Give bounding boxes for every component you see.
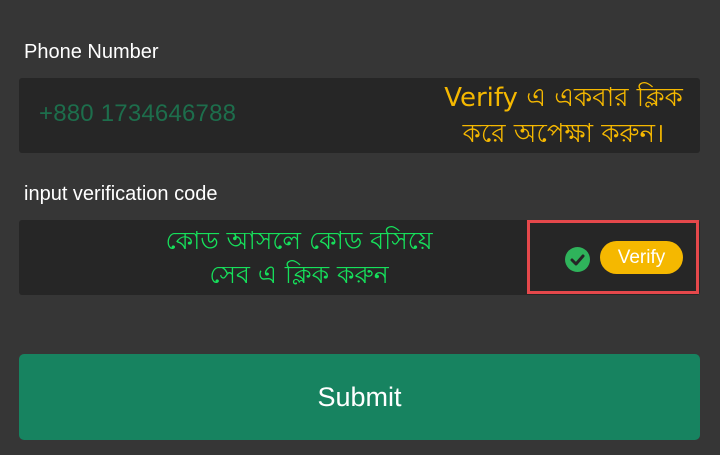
phone-annotation-line2: করে অপেক্ষা করুন। (462, 119, 665, 149)
code-annotation-line1: কোড আসলে কোড বসিয়ে (165, 226, 433, 255)
verify-button[interactable]: Verify (600, 241, 683, 274)
verification-code-label: input verification code (24, 183, 218, 205)
code-annotation-line2: সেব এ ক্লিক করুন (209, 260, 389, 289)
submit-button[interactable]: Submit (19, 354, 700, 440)
phone-annotation-line1: Verify এ একবার ক্লিক (444, 83, 683, 113)
check-circle-icon (565, 247, 590, 272)
phone-annotation: Verify এ একবার ক্লিক করে অপেক্ষা করুন। (431, 80, 696, 152)
code-annotation: কোড আসলে কোড বসিয়ে সেব এ ক্লিক করুন (129, 224, 469, 292)
phone-number-label: Phone Number (24, 41, 159, 63)
phone-number-field[interactable]: +880 1734646788 Verify এ একবার ক্লিক করে… (19, 78, 700, 153)
phone-number-value: +880 1734646788 (39, 100, 237, 127)
